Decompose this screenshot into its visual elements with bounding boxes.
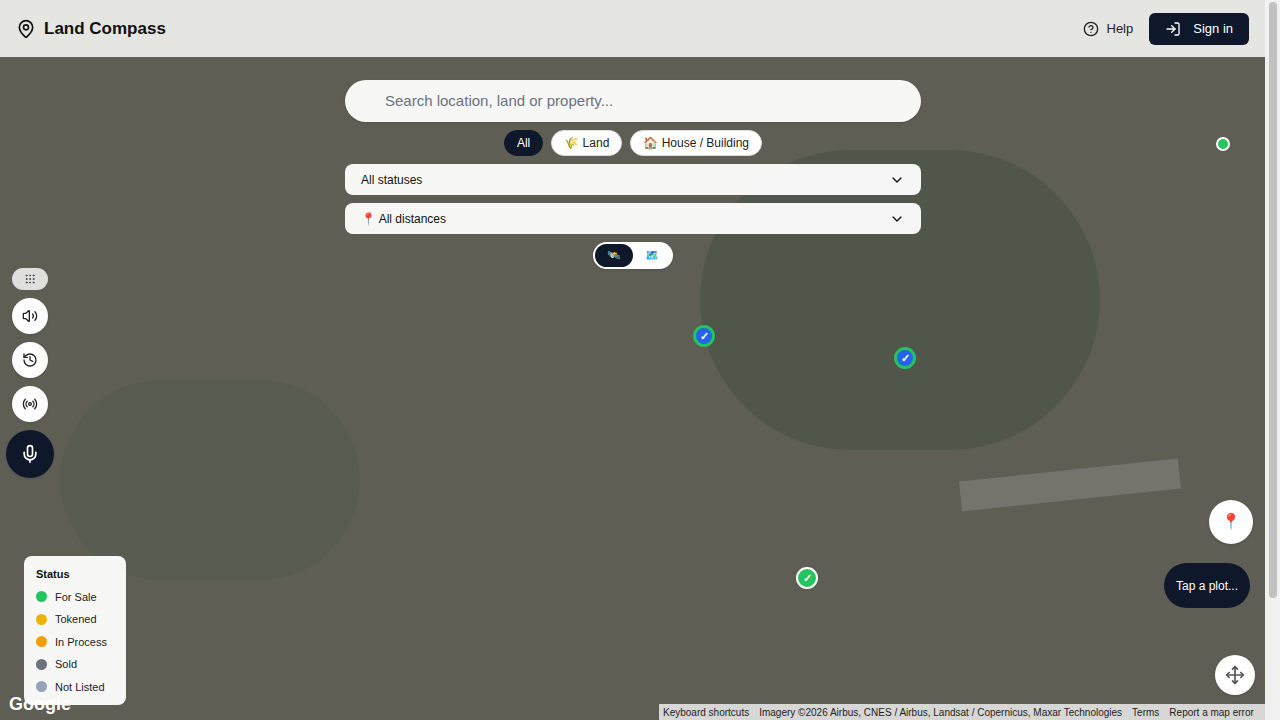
search-panel: Search location, land or property... All 🌾…	[345, 80, 921, 269]
map-pin[interactable]	[1216, 137, 1230, 151]
mic-button[interactable]	[6, 430, 54, 478]
map-area	[60, 380, 360, 580]
map-area	[700, 150, 1100, 450]
legend-dot	[36, 636, 47, 647]
app: Land Compass Help Sign in Search location, …	[0, 0, 1280, 720]
legend-item: Sold	[36, 656, 114, 673]
sign-in-button[interactable]: Sign in	[1149, 13, 1249, 45]
attribution-link[interactable]: Keyboard shortcuts	[663, 705, 749, 720]
search-field[interactable]: Search location, land or property...	[345, 80, 921, 122]
speaker-icon	[22, 308, 38, 324]
map-type-button[interactable]: 🗺️	[633, 244, 671, 267]
attribution-link[interactable]: Report a map error	[1169, 705, 1253, 720]
map-area	[959, 459, 1181, 512]
help-button[interactable]: Help	[1083, 19, 1134, 39]
map-type-button[interactable]: 🛰️	[595, 244, 633, 267]
scrollbar[interactable]	[1265, 0, 1280, 720]
map-pin[interactable]: ✓	[894, 347, 916, 369]
type-filter-chip[interactable]: 🌾 Land	[551, 130, 622, 156]
attribution-link[interactable]: Terms	[1132, 705, 1159, 720]
legend-title: Status	[36, 566, 114, 583]
legend-item: Not Listed	[36, 679, 114, 696]
map-pin[interactable]: ✓	[796, 567, 818, 589]
grip-icon	[24, 273, 36, 285]
sound-button[interactable]	[12, 298, 48, 334]
history-button[interactable]	[12, 342, 48, 378]
distance-select[interactable]: 📍 All distances	[345, 203, 921, 234]
locate-button[interactable]: 📍	[1209, 500, 1253, 544]
scrollbar-thumb[interactable]	[1269, 2, 1277, 598]
tool-rail	[12, 268, 48, 478]
legend-item: Tokened	[36, 611, 114, 628]
broadcast-button[interactable]	[12, 386, 48, 422]
app-title: Land Compass	[44, 16, 166, 42]
help-icon	[1083, 21, 1099, 37]
attribution-link[interactable]: Imagery ©2026 Airbus, CNES / Airbus, Lan…	[759, 705, 1122, 720]
legend-dot	[36, 614, 47, 625]
sign-in-icon	[1165, 21, 1181, 37]
type-filter-chip[interactable]: 🏠 House / Building	[630, 130, 762, 156]
drag-handle[interactable]	[12, 268, 48, 290]
move-icon	[1225, 665, 1245, 685]
pin-icon	[16, 19, 36, 39]
type-filter-chip[interactable]: All	[504, 130, 543, 156]
status-select[interactable]: All statuses	[345, 164, 921, 195]
camera-control[interactable]	[1215, 655, 1255, 695]
type-filters: All 🌾 Land 🏠 House / Building	[504, 130, 762, 156]
legend-dot	[36, 591, 47, 602]
chevron-icon	[889, 211, 905, 227]
legend-item: In Process	[36, 634, 114, 651]
legend-dot	[36, 659, 47, 670]
map-attribution: Keyboard shortcuts Imagery ©2026 Airbus, …	[659, 704, 1265, 720]
broadcast-icon	[22, 396, 38, 412]
history-icon	[22, 352, 38, 368]
hint-bubble: Tap a plot...	[1164, 563, 1250, 608]
chevron-icon	[889, 172, 905, 188]
map-pin[interactable]: ✓	[693, 325, 715, 347]
google-logo: Google	[9, 695, 71, 713]
legend: Status For Sale Tokened In Process Sold Not L…	[24, 556, 126, 705]
top-bar: Land Compass Help Sign in	[0, 0, 1265, 57]
mic-icon	[20, 444, 40, 464]
header-actions: Help Sign in	[1083, 13, 1250, 45]
legend-item: For Sale	[36, 589, 114, 606]
brand[interactable]: Land Compass	[16, 16, 166, 42]
legend-dot	[36, 681, 47, 692]
map-type-toggle: 🛰️🗺️	[593, 242, 673, 269]
